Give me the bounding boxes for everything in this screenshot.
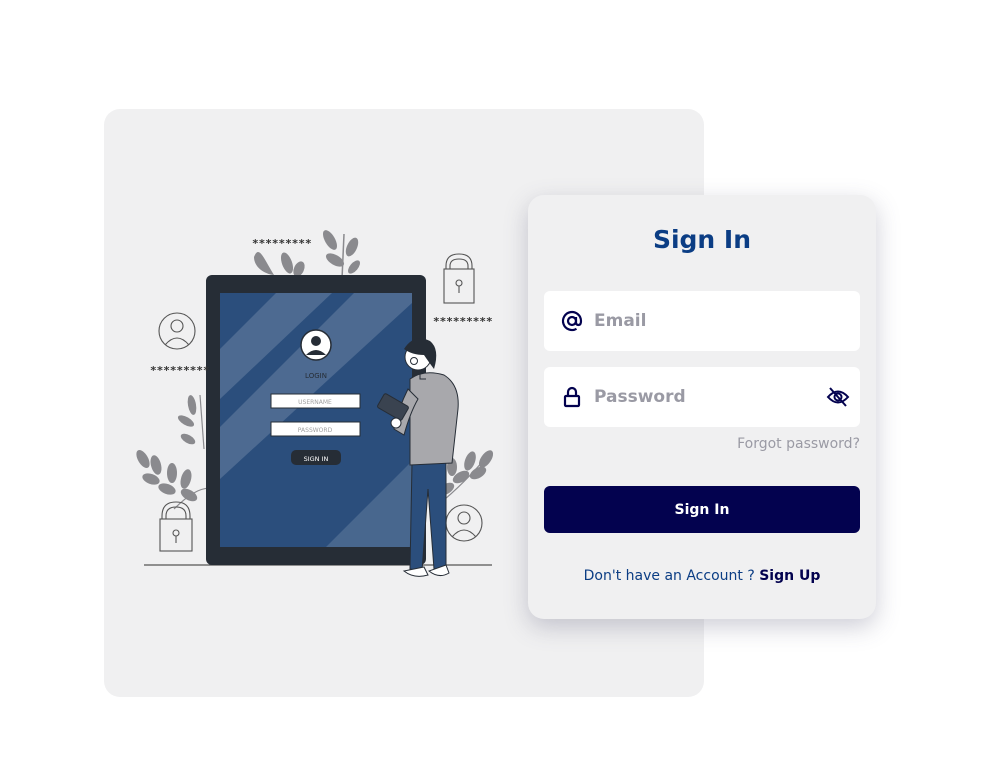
password-input[interactable] bbox=[594, 377, 814, 417]
signin-title: Sign In bbox=[652, 225, 752, 254]
signup-row: Don't have an Account ? Sign Up bbox=[528, 568, 876, 584]
signup-link[interactable]: Sign Up bbox=[759, 568, 820, 584]
forgot-password-link[interactable]: Forgot password? bbox=[737, 436, 860, 452]
signin-card: Sign In Forgot password? Sign In Don't h… bbox=[528, 195, 876, 619]
masked-password-text: ********* bbox=[252, 237, 312, 250]
signin-button[interactable]: Sign In bbox=[544, 486, 860, 533]
signup-prompt: Don't have an Account ? bbox=[583, 568, 760, 584]
email-field-container[interactable] bbox=[544, 291, 860, 351]
password-field-container[interactable] bbox=[544, 367, 860, 427]
masked-password-text: ********* bbox=[150, 364, 210, 377]
user-circle-icon bbox=[445, 504, 483, 542]
tablet-signin-button: SIGN IN bbox=[304, 455, 329, 463]
tablet-login-heading: LOGIN bbox=[305, 372, 327, 380]
padlock-icon bbox=[159, 501, 193, 552]
lock-icon bbox=[563, 386, 581, 408]
email-input[interactable] bbox=[594, 301, 814, 341]
eye-off-icon[interactable] bbox=[826, 386, 850, 408]
plant-left-icon bbox=[136, 394, 215, 510]
user-circle-icon bbox=[158, 312, 196, 350]
plant-top-icon bbox=[254, 230, 360, 280]
at-sign-icon bbox=[561, 310, 583, 332]
tablet-username-field: USERNAME bbox=[298, 399, 332, 406]
tablet-password-field: PASSWORD bbox=[298, 427, 333, 434]
masked-password-text: ********* bbox=[433, 315, 493, 328]
padlock-icon bbox=[443, 253, 475, 304]
